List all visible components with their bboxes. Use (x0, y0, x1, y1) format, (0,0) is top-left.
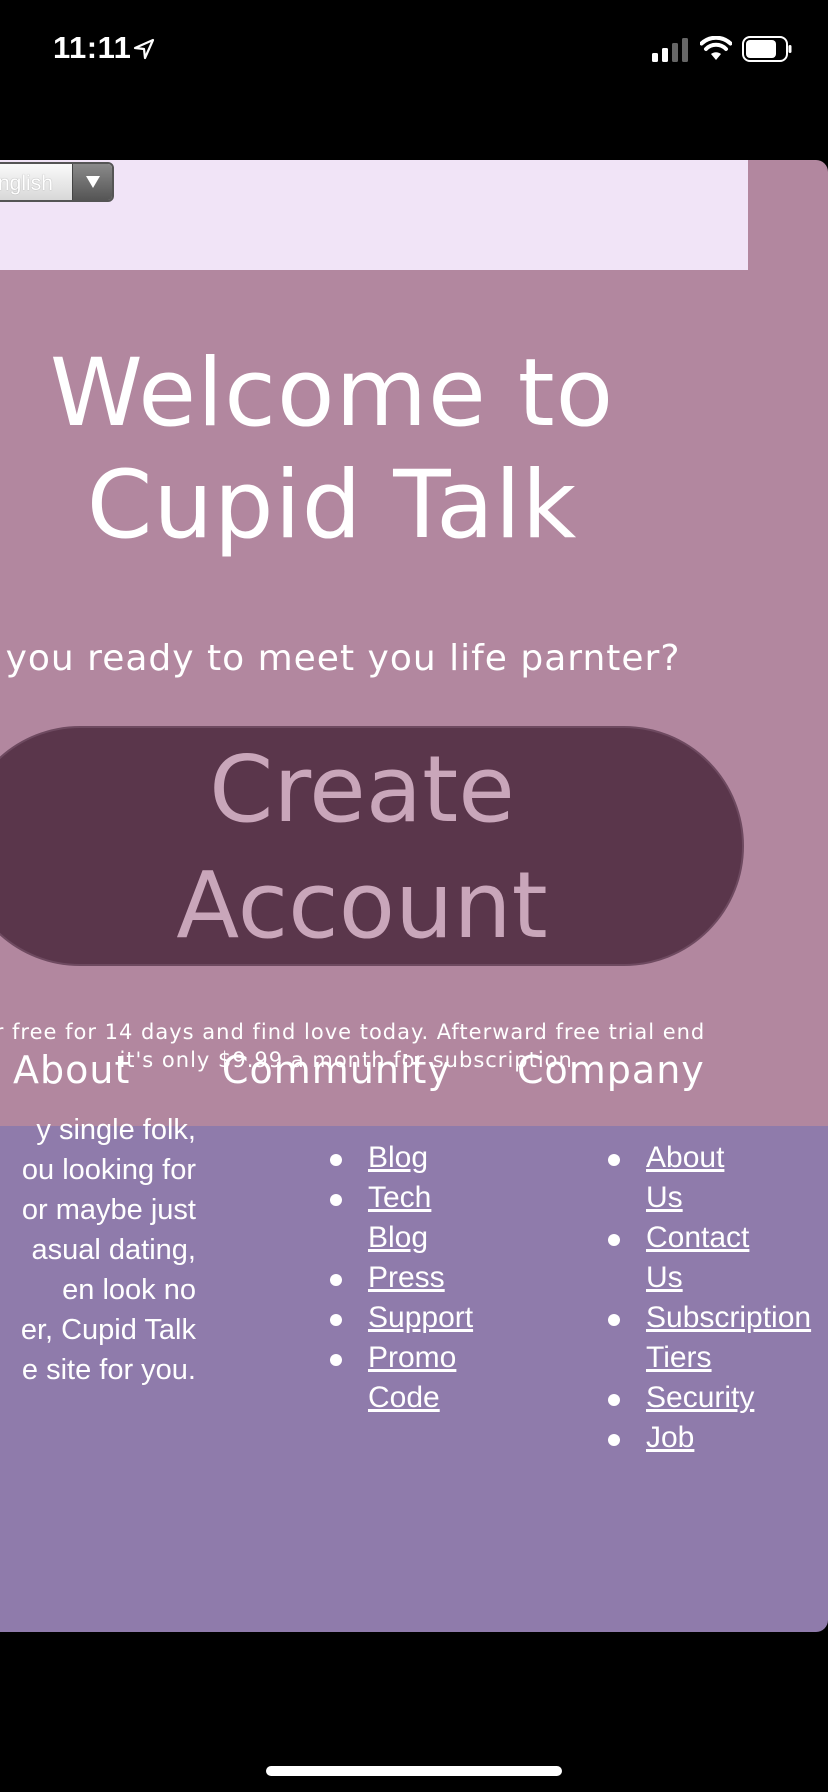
create-account-button[interactable]: Create Account (0, 726, 744, 966)
hero-section: nglish Welcome to Cupid Talk e you ready… (0, 160, 828, 1126)
footer-heading-company: Company (517, 1048, 705, 1092)
battery-icon (742, 36, 792, 62)
about-line: or maybe just (21, 1194, 196, 1226)
about-line: e site for you. (21, 1354, 196, 1386)
language-bar: nglish (0, 160, 748, 270)
create-account-label-line1: Create (209, 736, 515, 843)
link-tech-blog[interactable]: Tech Blog (368, 1178, 496, 1258)
language-select[interactable]: nglish (0, 162, 114, 202)
create-account-label-line2: Account (176, 852, 548, 959)
page-title-line2: Cupid Talk (86, 451, 578, 560)
link-press[interactable]: Press (368, 1258, 496, 1298)
about-line: asual dating, (31, 1234, 196, 1266)
link-job[interactable]: Job (646, 1418, 828, 1458)
status-bar: 11:11 (0, 0, 828, 100)
link-promo-code[interactable]: Promo Code (368, 1338, 496, 1418)
link-subscription-tiers[interactable]: Subscription Tiers (646, 1298, 828, 1378)
community-links: Blog Tech Blog Press Support Promo Code (326, 1138, 496, 1418)
footer-heading-about: About (13, 1048, 131, 1092)
language-select-value: nglish (0, 172, 53, 195)
about-line: y single folk, (36, 1114, 196, 1146)
about-line: ou looking for (21, 1154, 196, 1186)
link-support[interactable]: Support (368, 1298, 496, 1338)
list-item: Security (604, 1378, 828, 1418)
about-line: en look no (62, 1274, 196, 1306)
list-item: Blog (326, 1138, 496, 1178)
chevron-down-icon[interactable] (72, 164, 112, 200)
cellular-signal-icon (652, 38, 688, 62)
list-item: Contact Us (604, 1218, 828, 1298)
wifi-icon (700, 36, 732, 60)
link-about-us[interactable]: About Us (646, 1138, 828, 1218)
list-item: Promo Code (326, 1338, 496, 1418)
link-blog[interactable]: Blog (368, 1138, 496, 1178)
home-indicator[interactable] (266, 1766, 562, 1776)
trial-notice-line1: r free for 14 days and find love today. … (0, 1020, 706, 1044)
list-item: Tech Blog (326, 1178, 496, 1258)
list-item: Press (326, 1258, 496, 1298)
footer-heading-community: Community (222, 1048, 451, 1092)
list-item: Subscription Tiers (604, 1298, 828, 1378)
about-line: er, Cupid Talk (20, 1314, 196, 1346)
page-title: Welcome to Cupid Talk (0, 338, 664, 562)
status-time: 11:11 (53, 30, 132, 65)
link-contact-us[interactable]: Contact Us (646, 1218, 828, 1298)
list-item: Support (326, 1298, 496, 1338)
footer-about-text: y single folk, ou looking for or maybe j… (0, 1110, 196, 1390)
list-item: Job (604, 1418, 828, 1458)
company-links: About Us Contact Us Subscription Tiers Secu… (604, 1138, 828, 1458)
tagline: e you ready to meet you life parnter? (0, 638, 681, 679)
list-item: About Us (604, 1138, 828, 1218)
page-title-line1: Welcome to (49, 339, 615, 448)
link-security[interactable]: Security (646, 1378, 828, 1418)
location-arrow-icon (133, 38, 155, 60)
